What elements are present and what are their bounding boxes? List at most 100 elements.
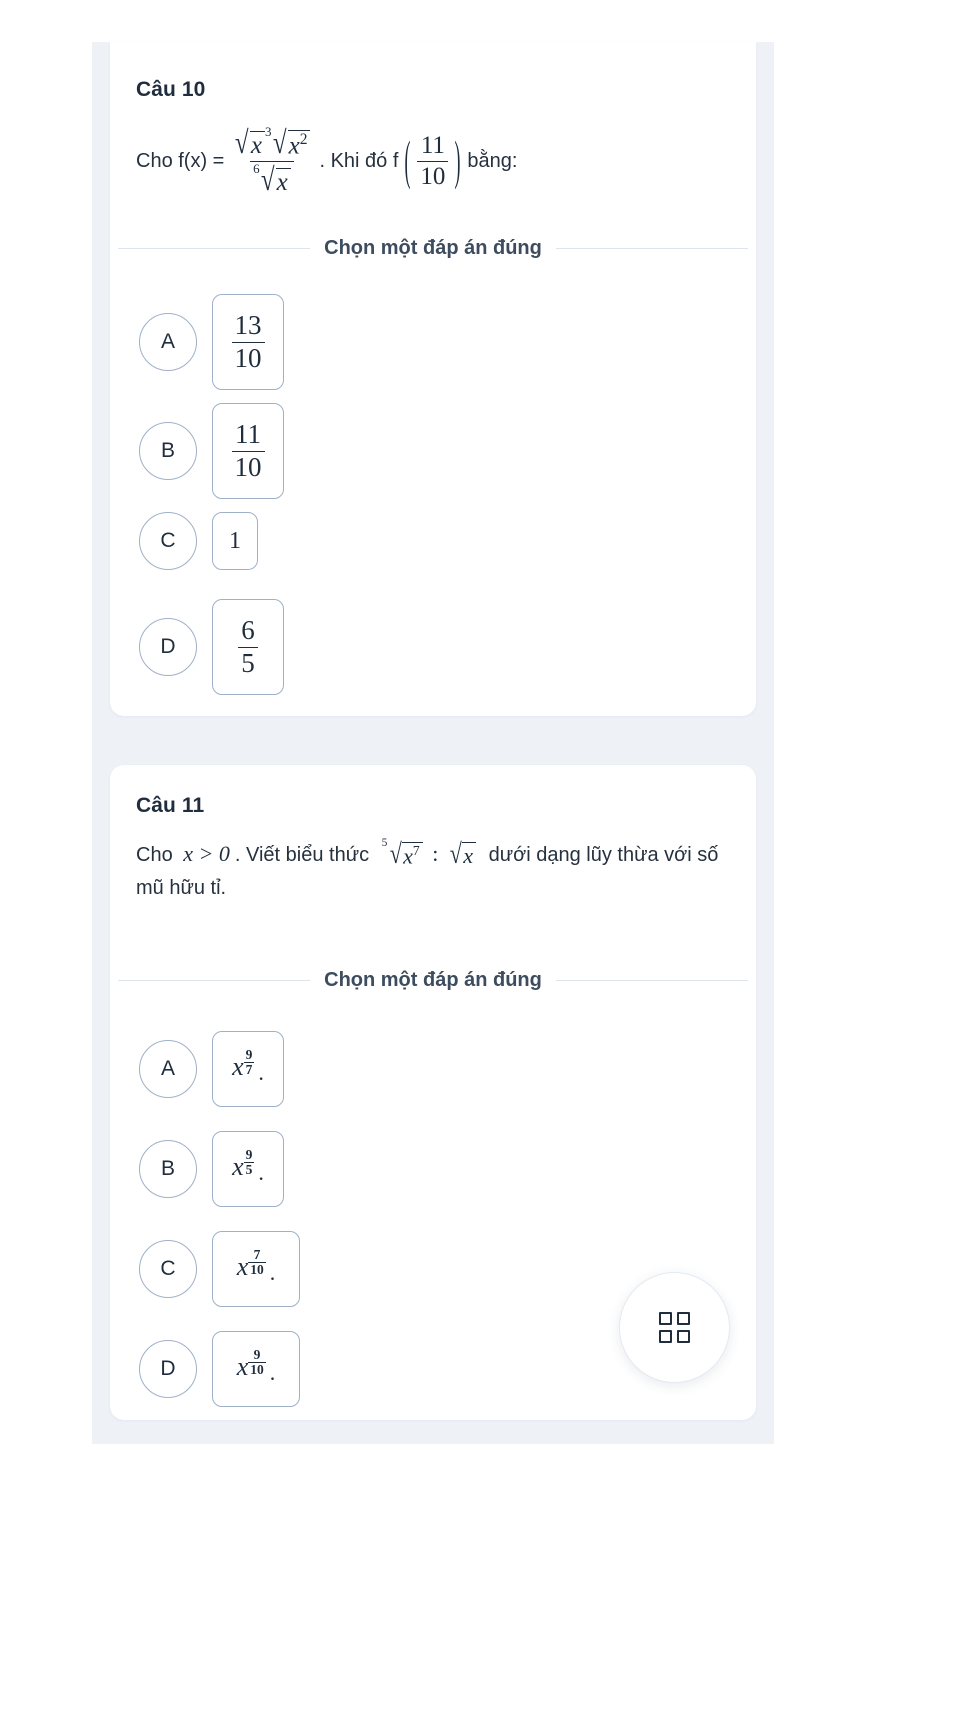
option-c-exp-den: 10 bbox=[248, 1262, 266, 1278]
divider-line-left-2 bbox=[118, 980, 311, 981]
option-b-exp-num: 9 bbox=[245, 1147, 253, 1163]
question-11-choose-divider: Chọn một đáp án đúng bbox=[110, 969, 756, 992]
option-d-exponent: 9 10 bbox=[248, 1348, 266, 1377]
question-card-10: Câu 10 Cho f(x) = √x 3 √x2 6 √x . Khi đó… bbox=[110, 42, 756, 716]
option-a-value-2[interactable]: x 9 7 . bbox=[212, 1031, 284, 1107]
question-11-option-a[interactable]: A x 9 7 . bbox=[139, 1031, 284, 1107]
question-10-option-a[interactable]: A 13 10 bbox=[139, 294, 284, 390]
divider-line-right-2 bbox=[555, 980, 748, 981]
option-d-letter-2[interactable]: D bbox=[139, 1340, 197, 1398]
option-b-fraction: 11 10 bbox=[231, 418, 265, 483]
option-a-denominator: 10 bbox=[231, 341, 265, 374]
question-10-title: Câu 10 bbox=[136, 78, 206, 101]
question-11-title: Câu 11 bbox=[136, 794, 205, 817]
option-b-letter[interactable]: B bbox=[139, 422, 197, 480]
question-10-expression: √x 3 √x2 6 √x bbox=[230, 125, 313, 197]
question-11-choose-label: Chọn một đáp án đúng bbox=[324, 969, 542, 991]
question-11-prompt-mid: . Viết biểu thức bbox=[234, 844, 370, 866]
question-grid-fab[interactable] bbox=[619, 1272, 730, 1383]
option-c-value[interactable]: 1 bbox=[212, 512, 258, 570]
option-a-trailing: . bbox=[258, 1059, 264, 1085]
option-d-value-2[interactable]: x 9 10 . bbox=[212, 1331, 300, 1407]
option-b-value[interactable]: 11 10 bbox=[212, 403, 284, 499]
question-10-option-b[interactable]: B 11 10 bbox=[139, 403, 284, 499]
option-d-exp-den: 10 bbox=[248, 1362, 266, 1378]
option-b-exp-den: 5 bbox=[243, 1162, 255, 1178]
grid-cell-4 bbox=[677, 1330, 690, 1343]
option-c-base: x bbox=[236, 1252, 249, 1282]
option-a-exp-num: 9 bbox=[245, 1047, 253, 1063]
question-10-prompt-mid: . Khi đó f bbox=[319, 149, 399, 172]
question-10-prompt-lead: Cho f(x) = bbox=[136, 149, 225, 172]
question-11-option-b[interactable]: B x 9 5 . bbox=[139, 1131, 284, 1207]
option-b-value-2[interactable]: x 9 5 . bbox=[212, 1131, 284, 1207]
option-d-exp-num: 9 bbox=[253, 1347, 261, 1363]
option-b-base: x bbox=[232, 1152, 244, 1182]
question-11-prompt-lead: Cho bbox=[136, 844, 173, 866]
option-d-power: x 9 10 . bbox=[236, 1348, 276, 1385]
grid-cell-3 bbox=[659, 1330, 672, 1343]
option-a-exponent: 9 7 bbox=[243, 1047, 255, 1078]
left-paren: ( bbox=[404, 129, 411, 191]
option-c-trailing: . bbox=[269, 1259, 276, 1285]
question-11-expression: 5 √x7 : √x bbox=[382, 837, 477, 873]
fifth-root-x-seventh-icon: 5 √x7 bbox=[382, 837, 423, 873]
question-list: Câu 10 Cho f(x) = √x 3 √x2 6 √x . Khi đó… bbox=[92, 42, 774, 1444]
option-c-letter-2[interactable]: C bbox=[139, 1240, 197, 1298]
question-11-prompt: Cho x > 0. Viết biểu thức 5 √x7 : √x dưới… bbox=[136, 837, 736, 904]
divider-line-left bbox=[118, 248, 311, 249]
sqrt-x-icon: √x bbox=[233, 126, 266, 160]
option-a-power: x 9 7 . bbox=[232, 1048, 264, 1085]
grid-cell-1 bbox=[659, 1312, 672, 1325]
option-c-power: x 7 10 . bbox=[236, 1248, 276, 1285]
option-a-base: x bbox=[232, 1052, 244, 1082]
question-10-option-c[interactable]: C 1 bbox=[139, 512, 258, 570]
option-c-exponent: 7 10 bbox=[248, 1248, 266, 1277]
option-b-letter-2[interactable]: B bbox=[139, 1140, 197, 1198]
option-d-fraction: 6 5 bbox=[238, 614, 258, 679]
question-11-option-c[interactable]: C x 7 10 . bbox=[139, 1231, 300, 1307]
question-10-prompt-tail: bằng: bbox=[467, 149, 518, 172]
divider-line-right bbox=[555, 248, 748, 249]
option-c-number: 1 bbox=[229, 527, 241, 554]
option-a-exp-den: 7 bbox=[243, 1062, 255, 1078]
question-11-condition: x > 0 bbox=[183, 841, 230, 866]
argument-numerator: 11 bbox=[420, 132, 445, 159]
option-d-numerator: 6 bbox=[241, 614, 255, 645]
option-b-power: x 9 5 . bbox=[232, 1148, 264, 1185]
option-c-letter[interactable]: C bbox=[139, 512, 197, 570]
option-a-fraction: 13 10 bbox=[231, 309, 265, 374]
question-11-option-d[interactable]: D x 9 10 . bbox=[139, 1331, 300, 1407]
option-a-value[interactable]: 13 10 bbox=[212, 294, 284, 390]
expression-numerator: √x 3 √x2 bbox=[230, 125, 313, 161]
option-a-letter-2[interactable]: A bbox=[139, 1040, 197, 1098]
question-10-option-d[interactable]: D 6 5 bbox=[139, 599, 284, 695]
question-10-choose-label: Chọn một đáp án đúng bbox=[324, 237, 542, 259]
sixth-root-x-icon: 6 √x bbox=[253, 162, 291, 197]
option-d-base: x bbox=[236, 1352, 249, 1382]
option-a-numerator: 13 bbox=[234, 309, 262, 340]
expression-denominator: 6 √x bbox=[250, 160, 294, 197]
sqrt-x-icon-2: √x bbox=[448, 839, 477, 873]
grid-cell-2 bbox=[677, 1312, 690, 1325]
option-b-trailing: . bbox=[258, 1159, 264, 1185]
right-paren: ) bbox=[454, 129, 461, 191]
option-b-denominator: 10 bbox=[231, 450, 265, 483]
question-10-prompt: Cho f(x) = √x 3 √x2 6 √x . Khi đó f (11… bbox=[136, 125, 736, 197]
question-10-argument: 11 10 bbox=[417, 132, 449, 191]
cube-root-x-squared-icon: 3 √x2 bbox=[265, 125, 311, 160]
option-a-letter[interactable]: A bbox=[139, 313, 197, 371]
grid-icon bbox=[659, 1312, 690, 1343]
option-d-trailing: . bbox=[269, 1359, 276, 1385]
option-c-value-2[interactable]: x 7 10 . bbox=[212, 1231, 300, 1307]
option-d-denominator: 5 bbox=[238, 646, 258, 679]
option-b-numerator: 11 bbox=[235, 418, 261, 449]
option-d-letter[interactable]: D bbox=[139, 618, 197, 676]
app-screen: Câu 10 Cho f(x) = √x 3 √x2 6 √x . Khi đó… bbox=[0, 0, 954, 1721]
option-d-value[interactable]: 6 5 bbox=[212, 599, 284, 695]
option-b-exponent: 9 5 bbox=[243, 1147, 255, 1178]
argument-denominator: 10 bbox=[417, 160, 449, 191]
bottom-navigation-bar bbox=[0, 1444, 954, 1721]
division-colon: : bbox=[432, 841, 439, 866]
question-10-choose-divider: Chọn một đáp án đúng bbox=[110, 237, 756, 260]
